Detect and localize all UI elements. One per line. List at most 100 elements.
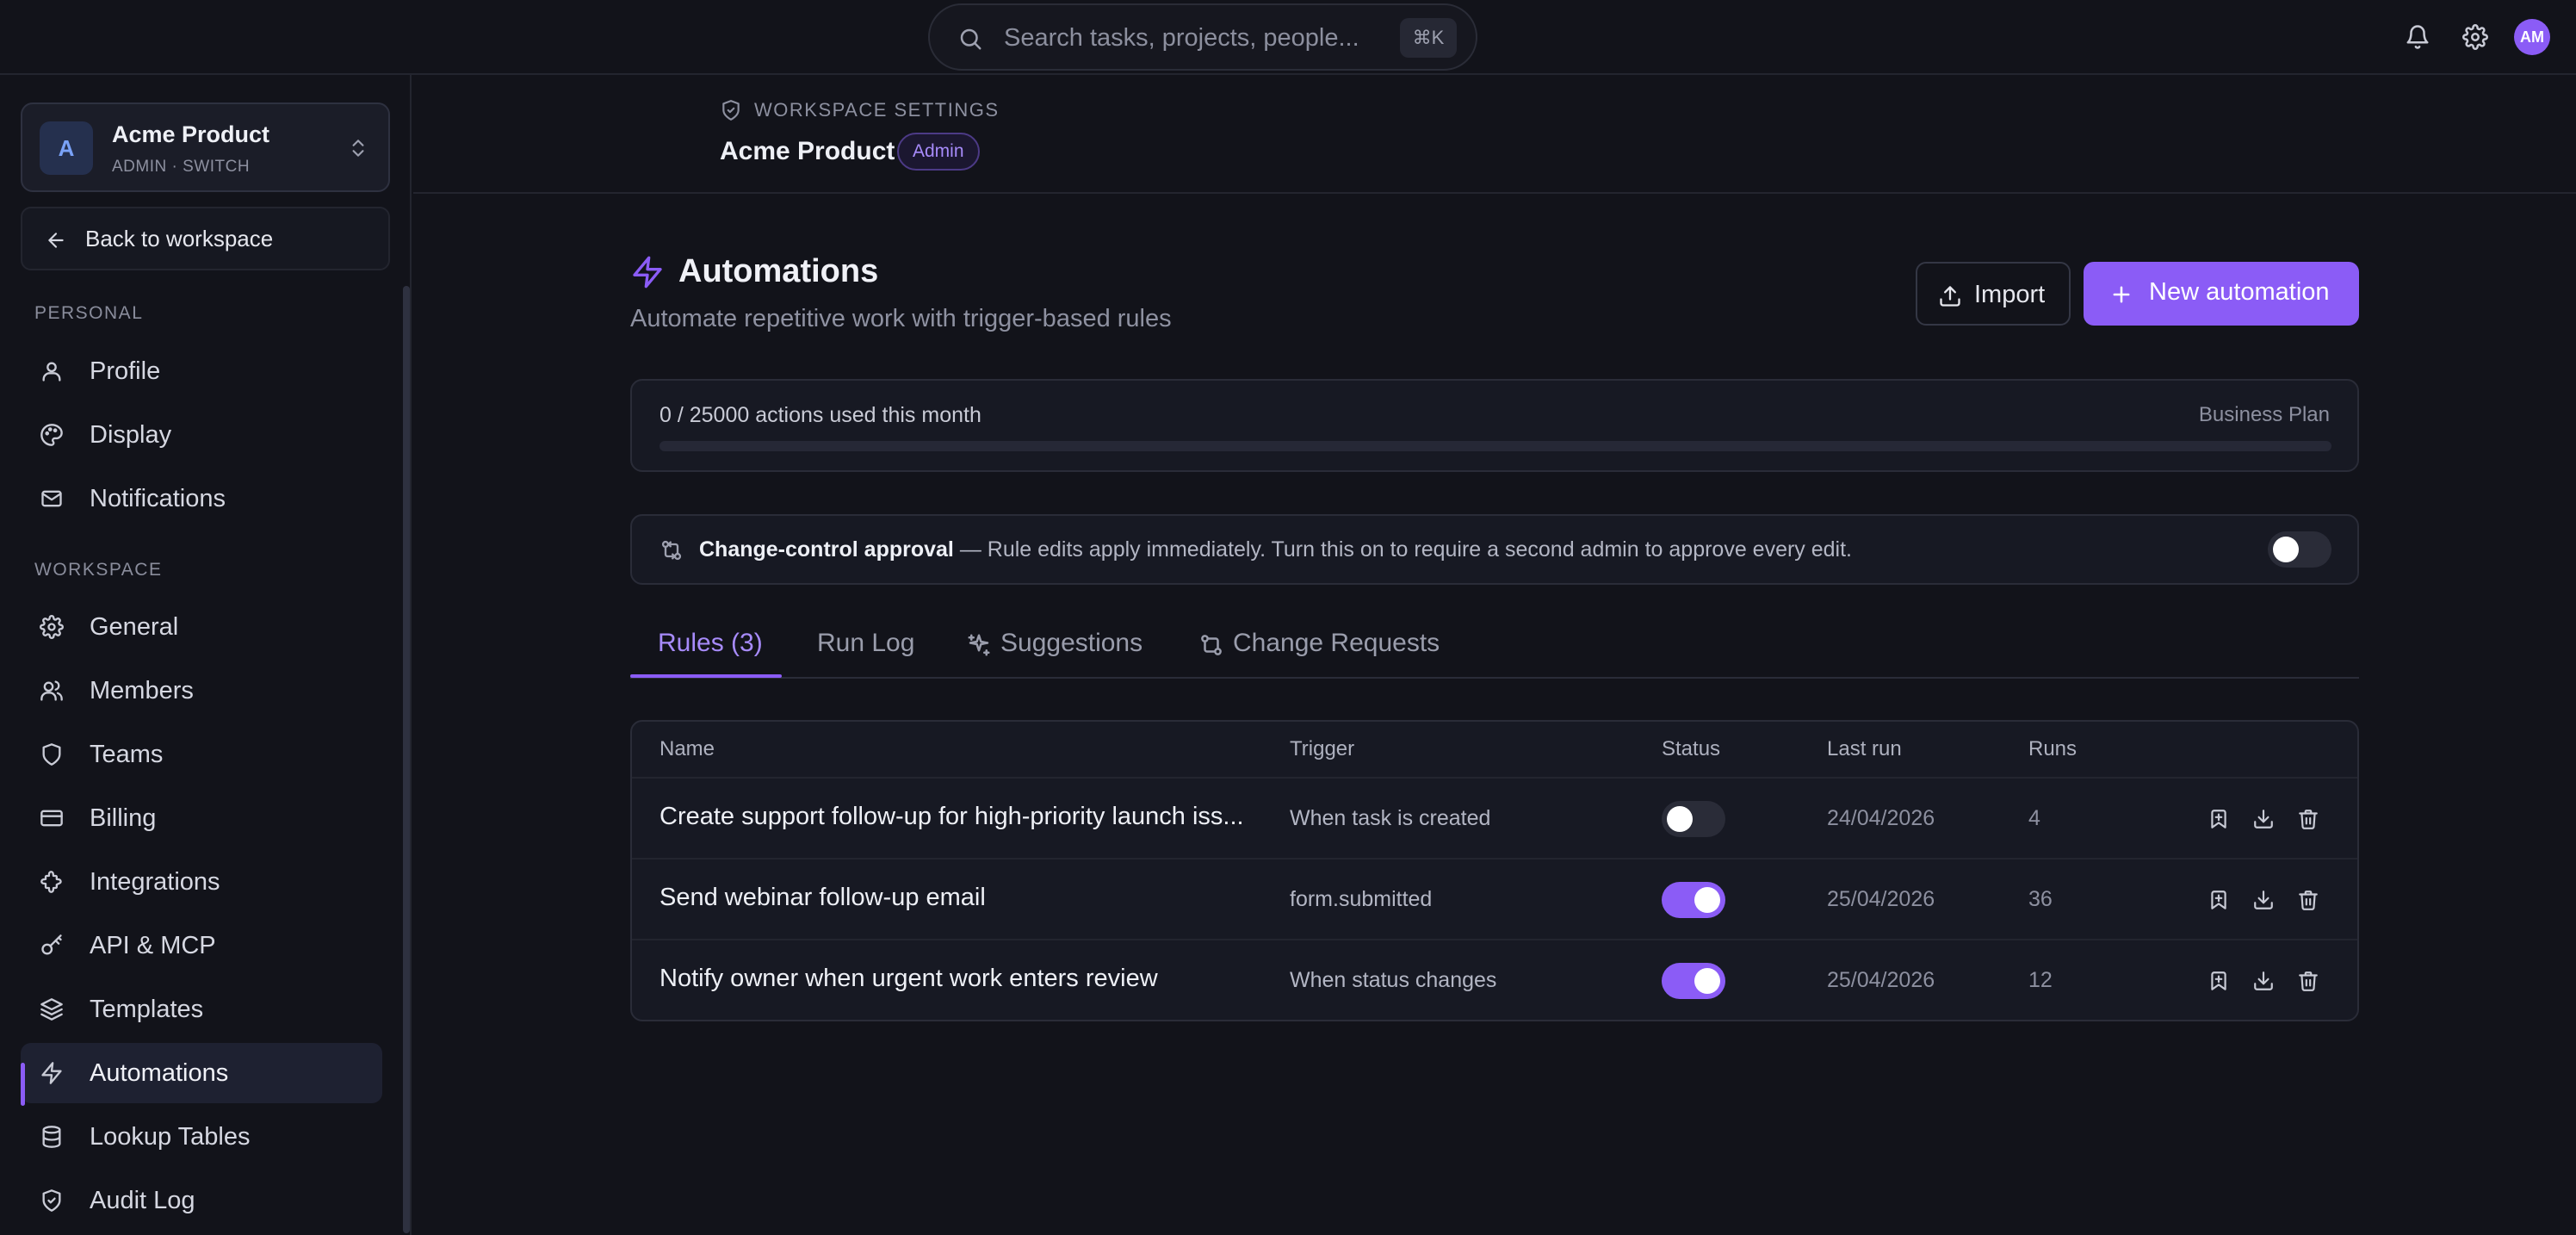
- column-header-last-run: Last run: [1827, 737, 1902, 760]
- sidebar-item-integrations[interactable]: Integrations: [21, 852, 382, 912]
- rule-status-toggle[interactable]: [1662, 882, 1725, 918]
- sidebar-item-label: Display: [90, 421, 172, 449]
- rule-status-toggle[interactable]: [1662, 801, 1725, 837]
- mail-icon: [40, 487, 64, 511]
- chevrons-up-down-icon: [347, 135, 369, 161]
- workspace-title: Acme Product: [720, 137, 895, 165]
- layers-icon: [40, 997, 64, 1021]
- sidebar-item-automations[interactable]: Automations: [21, 1043, 382, 1103]
- rules-table: Name Trigger Status Last run Runs Create…: [630, 720, 2359, 1021]
- tab-suggestions[interactable]: Suggestions: [966, 629, 1142, 679]
- table-row[interactable]: Send webinar follow-up email form.submit…: [632, 860, 2357, 940]
- sidebar-scrollbar[interactable]: [403, 286, 410, 1233]
- download-icon[interactable]: [2249, 966, 2278, 996]
- download-icon[interactable]: [2249, 804, 2278, 834]
- sidebar-item-members[interactable]: Members: [21, 661, 382, 721]
- sidebar-item-label: Integrations: [90, 868, 220, 896]
- workspace-avatar: A: [40, 121, 93, 175]
- bell-icon[interactable]: [2400, 20, 2435, 54]
- table-row[interactable]: Create support follow-up for high-priori…: [632, 779, 2357, 860]
- sidebar-item-teams[interactable]: Teams: [21, 724, 382, 785]
- sidebar-item-profile[interactable]: Profile: [21, 341, 382, 401]
- sidebar-item-api-mcp[interactable]: API & MCP: [21, 915, 382, 976]
- column-header-name: Name: [659, 737, 715, 760]
- user-avatar[interactable]: AM: [2514, 19, 2550, 55]
- sidebar-item-label: Templates: [90, 996, 204, 1023]
- search-bar[interactable]: ⌘K: [928, 3, 1477, 71]
- column-header-status: Status: [1662, 737, 1721, 760]
- change-control-toggle[interactable]: [2268, 531, 2331, 568]
- top-bar: ⌘K AM: [0, 0, 2576, 75]
- plan-label: Business Plan: [2198, 403, 2330, 426]
- column-header-trigger: Trigger: [1290, 737, 1355, 760]
- toggle-knob: [2273, 537, 2299, 562]
- rule-trigger: When status changes: [1290, 968, 1497, 992]
- database-icon: [40, 1125, 64, 1149]
- tab-rules[interactable]: Rules (3): [658, 629, 763, 679]
- credit-card-icon: [40, 806, 64, 830]
- bookmark-icon[interactable]: [2204, 966, 2233, 996]
- usage-text: 0 / 25000 actions used this month: [659, 403, 981, 427]
- bookmark-icon[interactable]: [2204, 804, 2233, 834]
- page-subtitle: Automate repetitive work with trigger-ba…: [630, 305, 1172, 332]
- sidebar-item-label: General: [90, 613, 179, 641]
- rule-name[interactable]: Notify owner when urgent work enters rev…: [659, 965, 1262, 993]
- shield-check-icon: [40, 1188, 64, 1213]
- sidebar-item-label: Teams: [90, 741, 164, 768]
- tabs: Rules (3) Run Log Suggestions Change Req…: [630, 613, 2359, 679]
- change-control-card: Change-control approval — Rule edits app…: [630, 514, 2359, 585]
- rule-name[interactable]: Send webinar follow-up email: [659, 884, 1262, 912]
- git-compare-icon: [659, 538, 684, 562]
- table-row[interactable]: Notify owner when urgent work enters rev…: [632, 940, 2357, 1020]
- tab-change-requests[interactable]: Change Requests: [1198, 629, 1440, 679]
- search-input[interactable]: [1004, 17, 1400, 59]
- toggle-knob: [1667, 806, 1693, 832]
- table-header: Name Trigger Status Last run Runs: [632, 722, 2357, 779]
- rule-runs: 4: [2028, 806, 2040, 830]
- sidebar-item-notifications[interactable]: Notifications: [21, 469, 382, 529]
- role-badge: Admin: [897, 133, 980, 171]
- workspace-switcher[interactable]: A Acme Product ADMIN · SWITCH: [21, 102, 390, 192]
- bookmark-icon[interactable]: [2204, 885, 2233, 915]
- sidebar-item-audit-log[interactable]: Audit Log: [21, 1170, 382, 1231]
- sidebar-item-label: Notifications: [90, 485, 226, 512]
- plus-icon: [2109, 282, 2133, 307]
- new-automation-button[interactable]: New automation: [2084, 262, 2359, 326]
- gear-icon: [40, 615, 64, 639]
- rule-name[interactable]: Create support follow-up for high-priori…: [659, 803, 1262, 831]
- sidebar-item-billing[interactable]: Billing: [21, 788, 382, 848]
- sidebar-item-lookup-tables[interactable]: Lookup Tables: [21, 1107, 382, 1167]
- change-control-description: — Rule edits apply immediately. Turn thi…: [953, 537, 1853, 562]
- sidebar-item-label: API & MCP: [90, 932, 216, 959]
- rule-trigger: When task is created: [1290, 806, 1491, 830]
- sidebar-item-general[interactable]: General: [21, 597, 382, 657]
- active-indicator: [21, 1063, 25, 1106]
- download-icon[interactable]: [2249, 885, 2278, 915]
- import-button[interactable]: Import: [1916, 262, 2071, 326]
- shield-check-icon: [720, 99, 742, 121]
- rule-runs: 12: [2028, 968, 2053, 992]
- sidebar-item-display[interactable]: Display: [21, 405, 382, 465]
- sidebar: A Acme Product ADMIN · SWITCH Back to wo…: [0, 75, 412, 1235]
- back-to-workspace-button[interactable]: Back to workspace: [21, 207, 390, 270]
- trash-icon[interactable]: [2294, 966, 2323, 996]
- trash-icon[interactable]: [2294, 804, 2323, 834]
- rule-last-run: 25/04/2026: [1827, 968, 1935, 992]
- settings-header: WORKSPACE SETTINGS Acme Product Admin: [413, 77, 2576, 194]
- usage-card: 0 / 25000 actions used this month Busine…: [630, 379, 2359, 472]
- usage-progress: [659, 441, 2331, 451]
- gear-icon[interactable]: [2458, 20, 2492, 54]
- rule-status-toggle[interactable]: [1662, 963, 1725, 999]
- rule-last-run: 25/04/2026: [1827, 887, 1935, 911]
- trash-icon[interactable]: [2294, 885, 2323, 915]
- sidebar-item-templates[interactable]: Templates: [21, 979, 382, 1040]
- bolt-icon: [630, 255, 665, 289]
- bolt-icon: [40, 1061, 64, 1085]
- tab-run-log[interactable]: Run Log: [817, 629, 914, 679]
- toggle-knob: [1694, 887, 1720, 913]
- sidebar-item-label: Automations: [90, 1059, 229, 1087]
- sparkles-icon: [966, 632, 992, 658]
- tab-label: Change Requests: [1233, 629, 1440, 657]
- section-workspace: WORKSPACE: [34, 560, 163, 580]
- sidebar-item-label: Members: [90, 677, 194, 704]
